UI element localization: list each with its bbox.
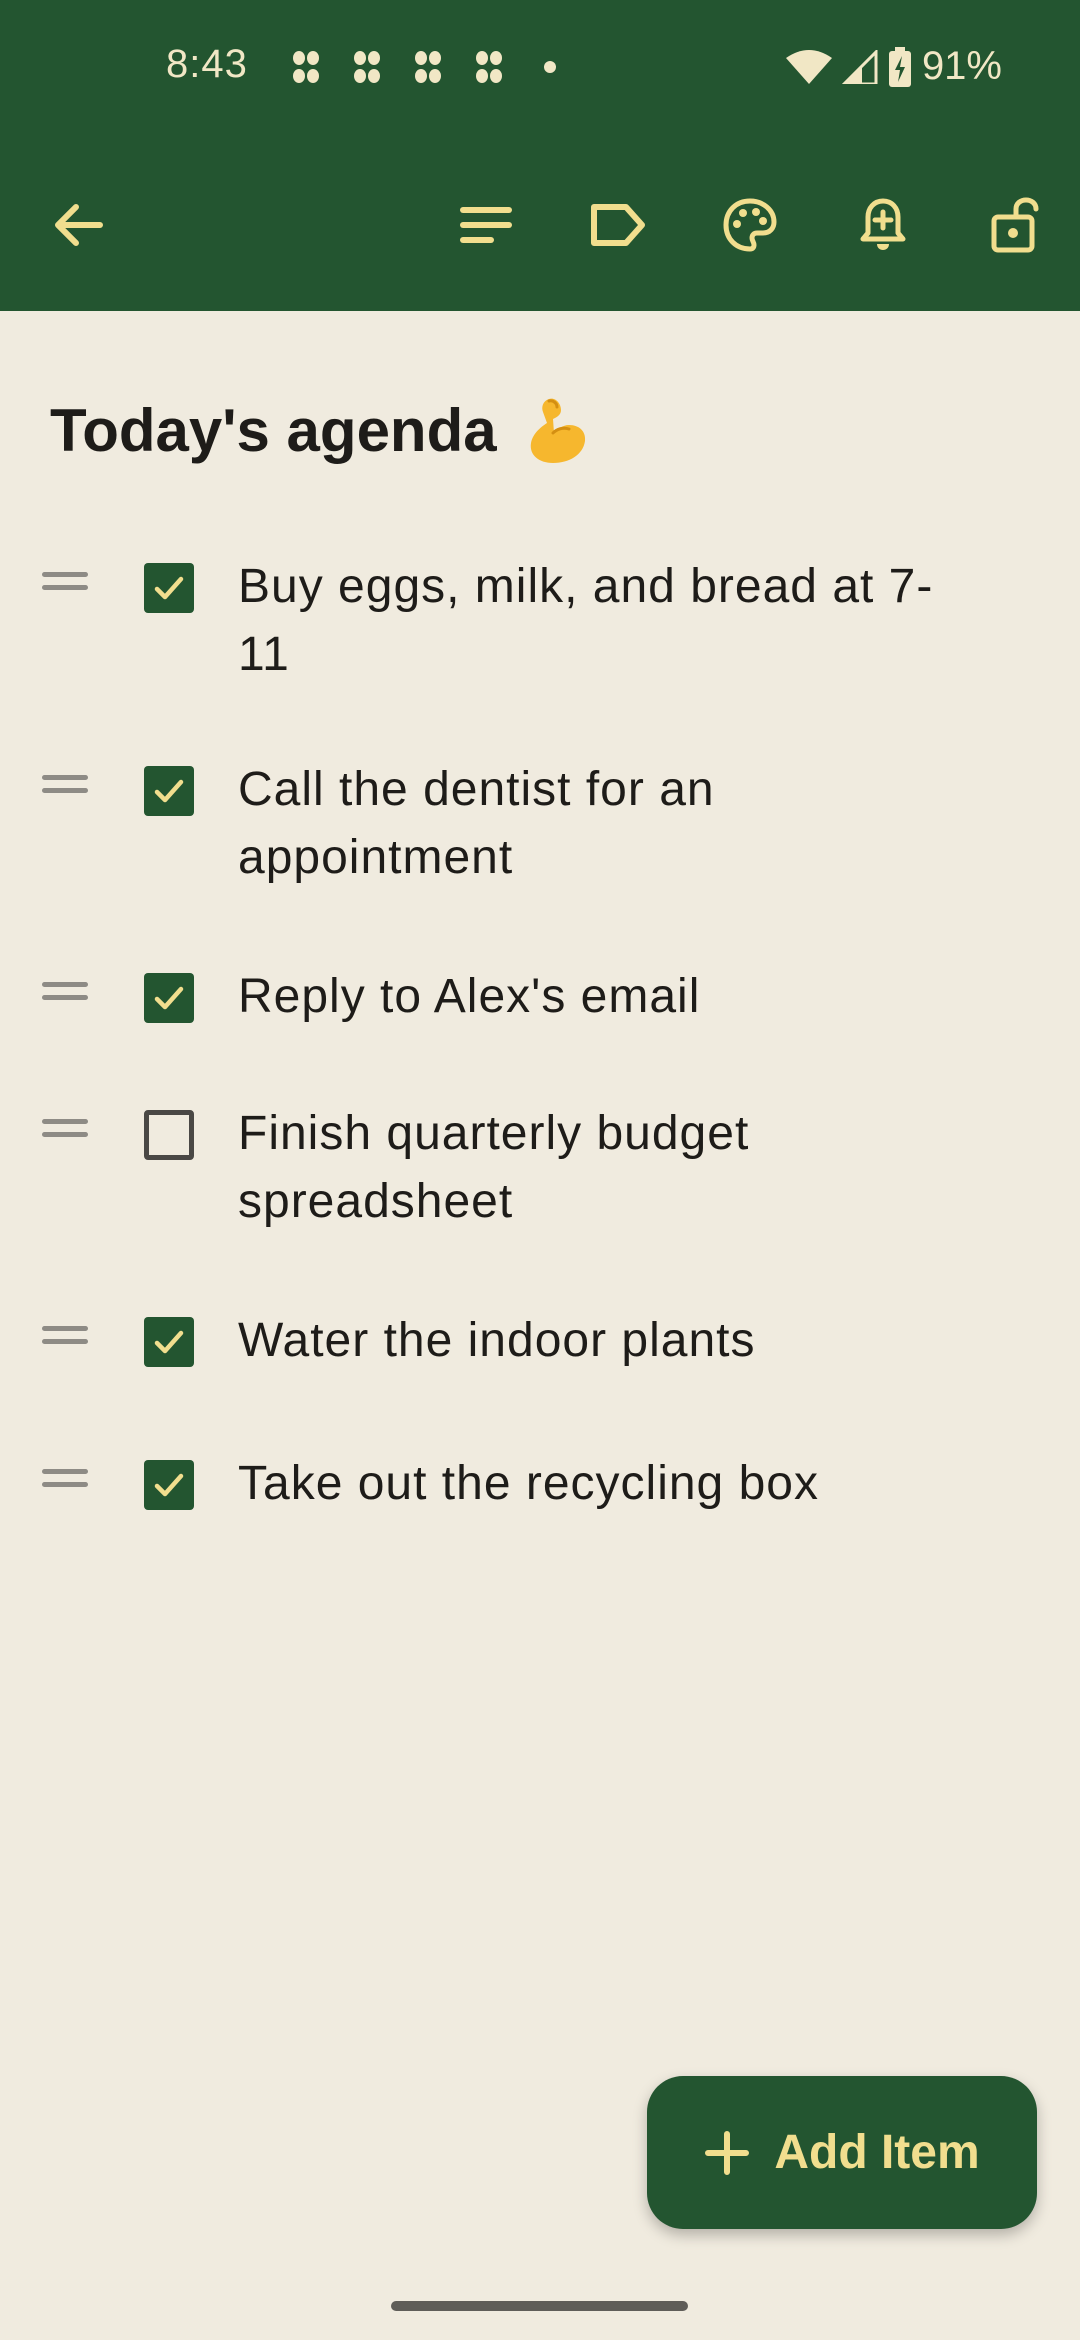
flexed-biceps-emoji <box>530 398 585 463</box>
label-icon <box>591 204 645 246</box>
item-text[interactable]: Water the indoor plants <box>238 1307 938 1375</box>
item-text[interactable]: Reply to Alex's email <box>238 963 938 1031</box>
reminder-button[interactable] <box>838 180 928 270</box>
item-checkbox[interactable] <box>144 1317 194 1367</box>
drag-handle[interactable] <box>42 1469 88 1491</box>
wifi-icon <box>785 49 832 84</box>
back-button[interactable] <box>33 180 123 270</box>
item-checkbox[interactable] <box>144 563 194 613</box>
status-time: 8:43 <box>166 42 248 86</box>
app-bar: 8:43 91% <box>0 0 1080 311</box>
battery-charging-icon <box>888 46 911 87</box>
item-checkbox[interactable] <box>144 766 194 816</box>
app-notification-icon <box>354 51 380 83</box>
check-icon <box>154 576 184 600</box>
check-icon <box>154 1473 184 1497</box>
format-button[interactable] <box>441 180 531 270</box>
item-text[interactable]: Call the dentist for an appointment <box>238 756 938 892</box>
dot-icon <box>544 61 556 73</box>
battery-percent: 91% <box>921 44 1002 88</box>
add-reminder-icon <box>860 198 906 250</box>
drag-handle[interactable] <box>42 775 88 797</box>
check-icon <box>154 779 184 803</box>
cell-signal-icon <box>841 49 878 84</box>
drag-handle[interactable] <box>42 1326 88 1348</box>
item-checkbox[interactable] <box>144 973 194 1023</box>
arrow-left-icon <box>55 204 103 246</box>
add-item-label: Add Item <box>774 2126 980 2179</box>
check-icon <box>154 1330 184 1354</box>
home-indicator[interactable] <box>391 2301 688 2311</box>
color-button[interactable] <box>705 180 795 270</box>
system-status-icons: 91% <box>785 44 1002 89</box>
check-icon <box>154 986 184 1010</box>
item-text[interactable]: Buy eggs, milk, and bread at 7-11 <box>238 553 938 689</box>
notification-icons <box>290 49 556 85</box>
item-checkbox[interactable] <box>144 1110 194 1160</box>
status-bar: 8:43 91% <box>0 0 1080 140</box>
add-item-button[interactable]: Add Item <box>647 2076 1037 2229</box>
palette-icon <box>723 198 777 252</box>
drag-handle[interactable] <box>42 1119 88 1141</box>
app-notification-icon <box>293 51 319 83</box>
drag-handle[interactable] <box>42 572 88 594</box>
plus-icon <box>705 2130 750 2175</box>
note-title-text: Today's agenda <box>50 396 497 464</box>
drag-handle[interactable] <box>42 982 88 1004</box>
unlock-icon <box>991 197 1039 253</box>
app-notification-icon <box>476 51 502 83</box>
item-checkbox[interactable] <box>144 1460 194 1510</box>
item-text[interactable]: Take out the recycling box <box>238 1450 938 1518</box>
toolbar <box>0 180 1080 270</box>
app-notification-icon <box>415 51 441 83</box>
note-title[interactable]: Today's agenda <box>50 393 589 467</box>
lock-button[interactable] <box>970 180 1060 270</box>
label-button[interactable] <box>572 180 662 270</box>
text-format-icon <box>460 207 512 243</box>
item-text[interactable]: Finish quarterly budget spreadsheet <box>238 1100 938 1236</box>
